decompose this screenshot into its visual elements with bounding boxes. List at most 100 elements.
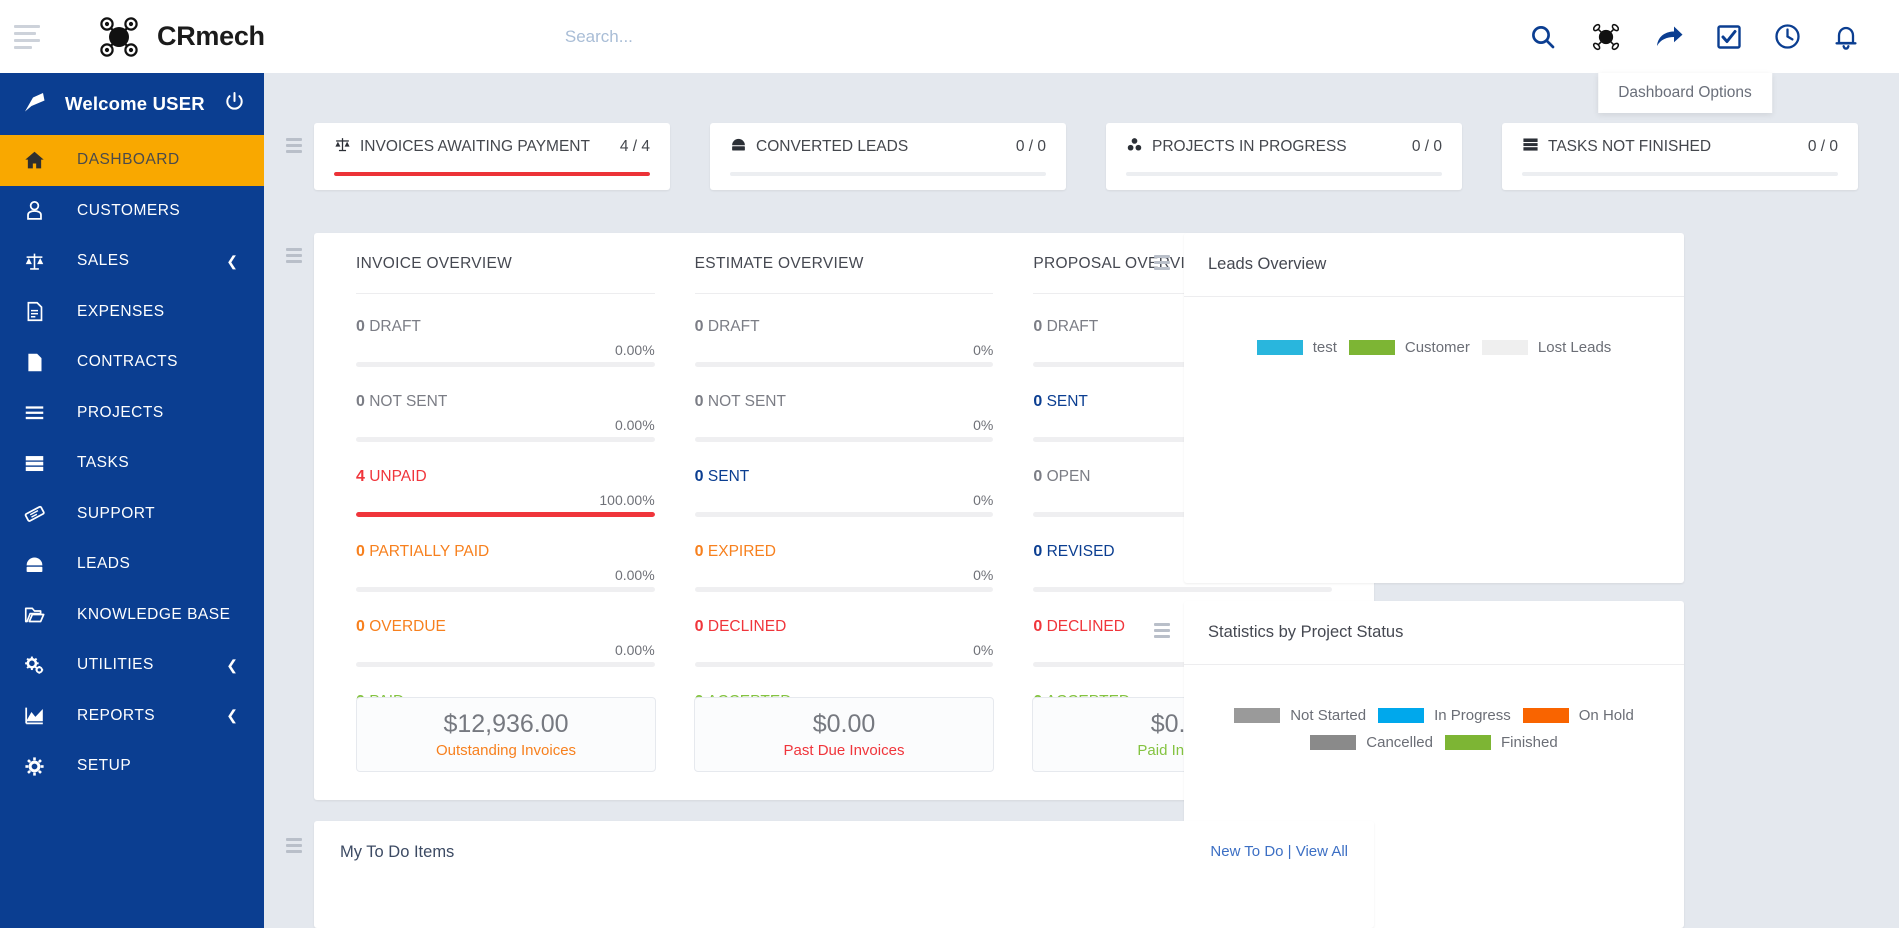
molecule-icon[interactable]	[1589, 20, 1623, 54]
legend-color-swatch	[1522, 708, 1569, 723]
overview-row-percent: 0%	[973, 567, 994, 583]
bell-icon[interactable]	[1833, 23, 1859, 51]
chevron-left-icon: ❮	[226, 707, 238, 724]
overview-progress-fill	[356, 512, 655, 517]
overview-progress-track	[694, 362, 994, 367]
sidebar-item-expenses[interactable]: EXPENSES	[0, 287, 264, 338]
clock-icon[interactable]	[1774, 23, 1801, 50]
sidebar-item-setup[interactable]: SETUP	[0, 741, 264, 792]
legend-color-swatch	[1378, 708, 1425, 723]
overview-row-label: 0 EXPIRED	[695, 543, 994, 561]
todo-title: My To Do Items	[340, 843, 455, 861]
file-icon	[24, 352, 54, 373]
leads-drag-handle[interactable]	[1154, 255, 1170, 270]
legend-item[interactable]: test	[1256, 339, 1337, 356]
brand-logo-link[interactable]: CRmech	[92, 11, 265, 63]
checkbox-checked-icon[interactable]	[1716, 24, 1742, 50]
main-content-area: INVOICES AWAITING PAYMENT 4 / 4 CONVERTE…	[264, 73, 1899, 928]
legend-item[interactable]: Cancelled	[1310, 734, 1433, 751]
overview-row-status: NOT SENT	[707, 393, 786, 410]
kpi-card[interactable]: INVOICES AWAITING PAYMENT 4 / 4	[314, 123, 670, 190]
sidebar-item-label: TASKS	[77, 454, 130, 472]
leads-icon	[730, 136, 747, 158]
divider	[1184, 296, 1684, 297]
sidebar-item-contracts[interactable]: CONTRACTS	[0, 337, 264, 388]
kpi-card[interactable]: CONVERTED LEADS 0 / 0	[710, 123, 1066, 190]
money-summary-box[interactable]: $12,936.00 Outstanding Invoices	[356, 697, 656, 772]
sidebar-item-label: REPORTS	[77, 706, 156, 724]
kpi-drag-handle[interactable]	[286, 138, 302, 153]
sidebar-item-leads[interactable]: LEADS	[0, 539, 264, 590]
legend-label: In Progress	[1434, 707, 1511, 724]
overview-status-row[interactable]: 0 OVERDUE 0.00%	[356, 618, 655, 667]
overview-row-status: EXPIRED	[707, 543, 776, 560]
legend-label: test	[1312, 339, 1337, 356]
leads-legend: test Customer Lost Leads	[1184, 339, 1684, 356]
overview-row-count: 0	[694, 318, 704, 335]
kpi-card[interactable]: TASKS NOT FINISHED 0 / 0	[1502, 123, 1858, 190]
overview-status-row[interactable]: 0 NOT SENT 0.00%	[356, 393, 655, 442]
legend-item[interactable]: On Hold	[1522, 707, 1634, 724]
overview-row-status: SENT	[1046, 393, 1088, 410]
overview-status-row[interactable]: 0 DRAFT 0.00%	[356, 318, 655, 367]
share-arrow-icon[interactable]	[1655, 24, 1684, 50]
kpi-card[interactable]: PROJECTS IN PROGRESS 0 / 0	[1106, 123, 1462, 190]
overview-progress-track	[694, 437, 994, 442]
sidebar-item-sales[interactable]: SALES ❮	[0, 236, 264, 287]
gear-icon	[24, 756, 54, 777]
search-input[interactable]	[546, 26, 1247, 47]
legend-color-swatch	[1310, 735, 1357, 750]
overview-status-row[interactable]: 4 UNPAID 100.00%	[356, 468, 655, 517]
overview-row-percent: 100.00%	[599, 492, 655, 508]
divider	[694, 293, 994, 294]
money-summary-box[interactable]: $0.00 Past Due Invoices	[694, 697, 994, 772]
view-all-link[interactable]: View All	[1296, 843, 1348, 860]
todo-drag-handle[interactable]	[286, 838, 302, 853]
legend-label: Customer	[1404, 339, 1470, 356]
projects-icon	[1126, 136, 1143, 158]
overview-status-row[interactable]: 0 PARTIALLY PAID 0.00%	[356, 543, 655, 592]
overview-status-row[interactable]: 0 DRAFT 0%	[694, 318, 994, 367]
overview-row-count: 0	[1033, 318, 1043, 335]
overview-row-count: 0	[694, 543, 704, 560]
overview-drag-handle[interactable]	[286, 248, 302, 263]
legend-item[interactable]: Not Started	[1234, 707, 1366, 724]
project-status-title: Statistics by Project Status	[1208, 623, 1404, 641]
scales-icon	[24, 251, 54, 272]
new-todo-link[interactable]: New To Do	[1210, 843, 1283, 860]
overview-status-row[interactable]: 0 EXPIRED 0%	[694, 543, 994, 592]
user-icon	[24, 200, 54, 221]
overview-row-status: DRAFT	[1046, 318, 1099, 335]
legend-item[interactable]: Finished	[1445, 734, 1558, 751]
overview-status-row[interactable]: 0 NOT SENT 0%	[694, 393, 994, 442]
sidebar-item-utilities[interactable]: UTILITIES ❮	[0, 640, 264, 691]
legend-label: Lost Leads	[1537, 339, 1612, 356]
legend-item[interactable]: Lost Leads	[1481, 339, 1612, 356]
sidebar-item-customers[interactable]: CUSTOMERS	[0, 186, 264, 237]
sidebar-item-knowledge-base[interactable]: KNOWLEDGE BASE	[0, 590, 264, 641]
legend-color-swatch	[1481, 340, 1528, 355]
sidebar-item-tasks[interactable]: TASKS	[0, 438, 264, 489]
menu-toggle-button[interactable]	[14, 24, 40, 49]
legend-item[interactable]: In Progress	[1378, 707, 1511, 724]
search-icon[interactable]	[1529, 23, 1557, 51]
money-value: $0.00	[812, 710, 876, 738]
sidebar-item-support[interactable]: SUPPORT	[0, 489, 264, 540]
overview-row-label: 0 SENT	[695, 468, 994, 486]
overview-row-percent: 0.00%	[614, 567, 655, 583]
file-lines-icon	[24, 301, 54, 322]
sidebar-item-dashboard[interactable]: DASHBOARD	[0, 135, 264, 186]
overview-row-count: 0	[694, 618, 704, 635]
kpi-progress-fill	[334, 172, 650, 176]
chevron-left-icon: ❮	[226, 656, 238, 673]
legend-item[interactable]: Customer	[1348, 339, 1470, 356]
overview-row-status: PARTIALLY PAID	[369, 543, 490, 560]
overview-row-percent: 0%	[973, 342, 994, 358]
overview-status-row[interactable]: 0 DECLINED 0%	[694, 618, 994, 667]
sidebar-item-projects[interactable]: PROJECTS	[0, 388, 264, 439]
overview-status-row[interactable]: 0 SENT 0%	[694, 468, 994, 517]
power-icon[interactable]	[225, 92, 244, 116]
overview-row-percent: 0%	[973, 492, 994, 508]
project-status-drag-handle[interactable]	[1154, 623, 1170, 638]
sidebar-item-reports[interactable]: REPORTS ❮	[0, 691, 264, 742]
